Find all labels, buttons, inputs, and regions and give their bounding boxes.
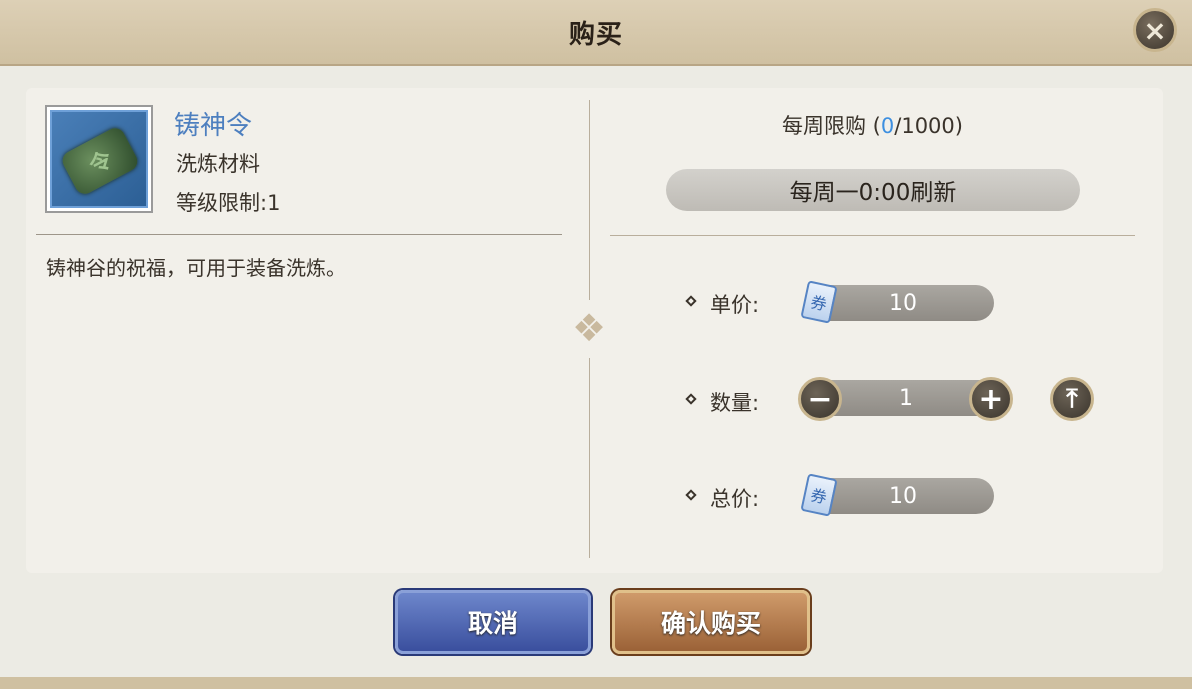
item-description: 铸神谷的祝福，可用于装备洗炼。 bbox=[46, 256, 346, 280]
cancel-button[interactable]: 取消 bbox=[395, 590, 591, 654]
item-type: 洗炼材料 bbox=[176, 152, 260, 176]
unit-price-label: 单价: bbox=[710, 293, 760, 317]
weekly-limit: 每周限购 (0/1000) bbox=[782, 114, 963, 138]
max-quantity-icon[interactable]: ⤒ bbox=[1050, 377, 1094, 421]
weekly-limit-max: 1000 bbox=[901, 114, 955, 138]
minus-icon[interactable]: − bbox=[798, 377, 842, 421]
weekly-limit-current: 0 bbox=[880, 114, 895, 138]
unit-price-value: 10 bbox=[812, 285, 994, 321]
confirm-purchase-button[interactable]: 确认购买 bbox=[612, 590, 810, 654]
token-icon: 令 bbox=[59, 124, 141, 198]
dialog-title: 购买 bbox=[568, 20, 623, 50]
ornament-knot-icon: ❖ bbox=[571, 306, 607, 350]
item-level-requirement: 等级限制:1 bbox=[176, 191, 281, 215]
weekly-limit-label: 每周限购 bbox=[782, 114, 866, 138]
center-divider-bottom bbox=[589, 358, 590, 558]
plus-icon[interactable]: + bbox=[969, 377, 1013, 421]
item-icon-frame[interactable]: 令 bbox=[45, 105, 153, 213]
item-icon-background: 令 bbox=[50, 110, 148, 208]
right-divider bbox=[610, 235, 1135, 236]
dialog-footer-bar bbox=[0, 677, 1192, 689]
close-icon[interactable]: × bbox=[1133, 8, 1177, 52]
total-price-label: 总价: bbox=[710, 487, 760, 511]
left-divider bbox=[36, 234, 562, 235]
total-price-value: 10 bbox=[812, 478, 994, 514]
token-glyph: 令 bbox=[85, 147, 117, 180]
center-divider-top bbox=[589, 100, 590, 300]
item-name: 铸神令 bbox=[174, 111, 253, 141]
quantity-label: 数量: bbox=[710, 391, 760, 415]
refresh-info: 每周一0:00刷新 bbox=[666, 169, 1080, 211]
